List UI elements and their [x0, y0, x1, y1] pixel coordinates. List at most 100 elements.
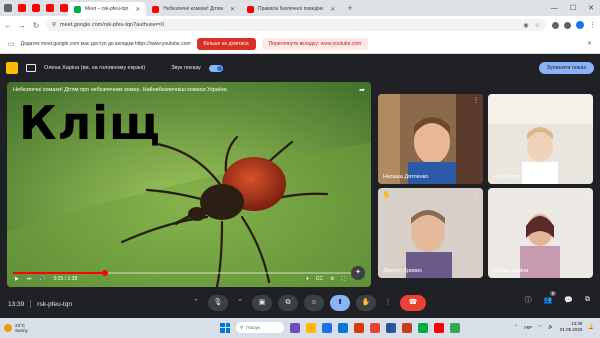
tab-title: Небезпечні комахи! Дітям	[163, 6, 223, 12]
tab-title: Meet – rsk-pfeu-tqn	[85, 6, 129, 12]
youtube-tab-icon-2[interactable]	[32, 4, 40, 12]
close-window-icon[interactable]: ✕	[588, 4, 594, 12]
microphone-button[interactable]: 🎙	[208, 295, 228, 311]
weather-widget[interactable]: 23°C Sunny	[4, 323, 28, 333]
back-icon[interactable]: ←	[4, 21, 12, 30]
site-info-icon[interactable]: ⚲	[52, 22, 56, 28]
forward-icon[interactable]: →	[18, 21, 26, 30]
pin-icon[interactable]: ✦	[351, 266, 365, 280]
participant-name: Надя Приходнюк	[493, 174, 537, 180]
screen: Meet – rsk-pfeu-tqn ✕ Небезпечні комахи!…	[0, 0, 600, 338]
tab-youtube-1[interactable]: Небезпечні комахи! Дітям ✕	[146, 2, 241, 16]
close-tab-icon[interactable]: ✕	[135, 6, 140, 13]
tray-chevron-icon[interactable]: ⌃	[514, 324, 518, 330]
presenting-bar: Олена Харіна (ви, на головному екрані) З…	[0, 58, 600, 78]
copilot-app-icon[interactable]	[290, 322, 300, 333]
taskbar-search[interactable]: ⚲ Пошук	[236, 322, 284, 333]
close-infobar-icon[interactable]: ✕	[587, 40, 592, 47]
download-icon[interactable]	[564, 21, 571, 29]
profile-avatar[interactable]	[576, 21, 584, 29]
activities-icon[interactable]: ⧉	[585, 296, 590, 304]
view-tab-button[interactable]: Переглянути вкладку: www.youtube.com	[261, 37, 369, 50]
word-app-icon[interactable]	[386, 322, 396, 333]
participant-tile[interactable]: Наташа Дятленко ⋮	[378, 94, 483, 184]
taskbar-apps: ⚲ Пошук	[220, 322, 460, 333]
camera-options-chevron-icon[interactable]: ⌃	[234, 295, 246, 311]
youtube-tab-icon-3[interactable]	[46, 4, 54, 12]
captions-icon[interactable]: CC	[316, 276, 323, 282]
file-explorer-icon[interactable]	[306, 322, 316, 333]
participant-tile[interactable]: ✋ Дмитро Кривих ⋮	[378, 188, 483, 278]
language-indicator[interactable]: УКР	[524, 325, 532, 330]
youtube-tab-icon-4[interactable]	[60, 4, 68, 12]
extension-icon[interactable]	[552, 21, 559, 29]
minimize-icon[interactable]: —	[551, 5, 558, 12]
autoplay-icon[interactable]: ⏵	[306, 276, 309, 282]
menu-kebab-icon[interactable]: ⋮	[589, 21, 596, 29]
present-sound-toggle[interactable]	[208, 64, 223, 72]
powerpoint-app-icon[interactable]	[402, 322, 412, 333]
video-progress-bar[interactable]	[13, 270, 365, 276]
camera-button[interactable]: ▣	[252, 295, 272, 311]
close-tab-icon[interactable]: ✕	[230, 6, 235, 13]
participant-tile[interactable]: Надя Приходнюк ⋮	[488, 94, 593, 184]
settings-gear-icon[interactable]: ⚙	[330, 276, 334, 282]
stop-sharing-button[interactable]: Більше не ділитися	[196, 37, 256, 50]
youtube-tab-icon[interactable]	[18, 4, 26, 12]
shared-screen[interactable]: Небезпечні комахи! Дітям про небезпечних…	[7, 82, 371, 287]
mic-options-chevron-icon[interactable]: ⌃	[190, 295, 202, 311]
more-options-icon[interactable]: ⋮	[583, 191, 589, 198]
store-app-icon[interactable]	[338, 322, 348, 333]
tab-title: Правила безпечної поведінк	[257, 6, 324, 12]
youtube-app-icon[interactable]	[434, 322, 444, 333]
meeting-code: rsk-pfeu-tqn	[37, 300, 72, 308]
chat-icon[interactable]: 💬	[564, 296, 573, 304]
emoji-reactions-button[interactable]: ☺	[304, 295, 324, 311]
address-bar[interactable]: ⚲ meet.google.com/rsk-pfeu-tqn?authuser=…	[46, 19, 546, 31]
maximize-icon[interactable]: ☐	[570, 4, 576, 12]
photos-app-icon[interactable]	[450, 322, 460, 333]
tab-youtube-2[interactable]: Правила безпечної поведінк ✕	[241, 2, 341, 16]
tab-search-icon[interactable]	[4, 4, 12, 12]
raise-hand-button[interactable]: ✋	[356, 295, 376, 311]
present-now-button[interactable]: ⬆	[330, 295, 350, 311]
meet-app-icon[interactable]	[418, 322, 428, 333]
edge-browser-icon[interactable]	[322, 322, 332, 333]
close-tab-icon[interactable]: ✕	[330, 6, 335, 13]
bookmark-star-icon[interactable]: ☆	[535, 22, 540, 29]
participant-video	[378, 188, 483, 278]
windows-start-icon[interactable]	[220, 322, 230, 333]
stop-presenting-button[interactable]: Зупинити показ	[538, 62, 594, 74]
leave-call-button[interactable]: ☎	[400, 295, 426, 311]
more-options-icon[interactable]: ⋮	[473, 97, 479, 104]
people-button[interactable]: 👥 5	[544, 291, 557, 304]
video-title[interactable]: Небезпечні комахи! Дітям про небезпечних…	[13, 87, 228, 93]
chrome-browser-icon[interactable]	[370, 322, 380, 333]
tray-time: 13:39	[571, 321, 583, 326]
info-icon[interactable]: ⓘ	[525, 295, 532, 305]
fullscreen-icon[interactable]: ⛶	[341, 276, 345, 282]
more-options-icon[interactable]: ⋮	[382, 295, 394, 311]
volume-icon[interactable]: 🔊	[39, 276, 45, 282]
office-app-icon[interactable]	[354, 322, 364, 333]
notifications-icon[interactable]: 🔔	[588, 324, 594, 330]
video-scrubber-handle[interactable]	[101, 270, 108, 276]
search-icon: ⚲	[240, 324, 244, 330]
windows-taskbar: 23°C Sunny ⚲ Пошук ⌃ УКР ◠ 🔈 13:39 01.05…	[0, 318, 600, 338]
tray-clock[interactable]: 13:39 01.05.2025	[560, 321, 583, 333]
tab-meet[interactable]: Meet – rsk-pfeu-tqn ✕	[68, 2, 147, 16]
wifi-icon[interactable]: ◠	[538, 324, 542, 330]
share-icon[interactable]: ➦	[359, 86, 365, 94]
captions-button[interactable]: ⧉	[278, 295, 298, 311]
video-caption-word: Кліщ	[19, 96, 161, 150]
cast-icon[interactable]: ◉	[523, 22, 528, 29]
reload-icon[interactable]: ↻	[32, 21, 40, 30]
participant-video	[378, 94, 483, 184]
play-icon[interactable]: ▶	[15, 276, 19, 282]
next-icon[interactable]: ⏭	[27, 276, 32, 282]
participant-tile[interactable]: Олена Харіна ⋮	[488, 188, 593, 278]
more-options-icon[interactable]: ⋮	[583, 97, 589, 104]
speaker-icon[interactable]: 🔈	[548, 324, 554, 330]
new-tab-button[interactable]: +	[341, 0, 358, 16]
more-options-icon[interactable]: ⋮	[473, 191, 479, 198]
